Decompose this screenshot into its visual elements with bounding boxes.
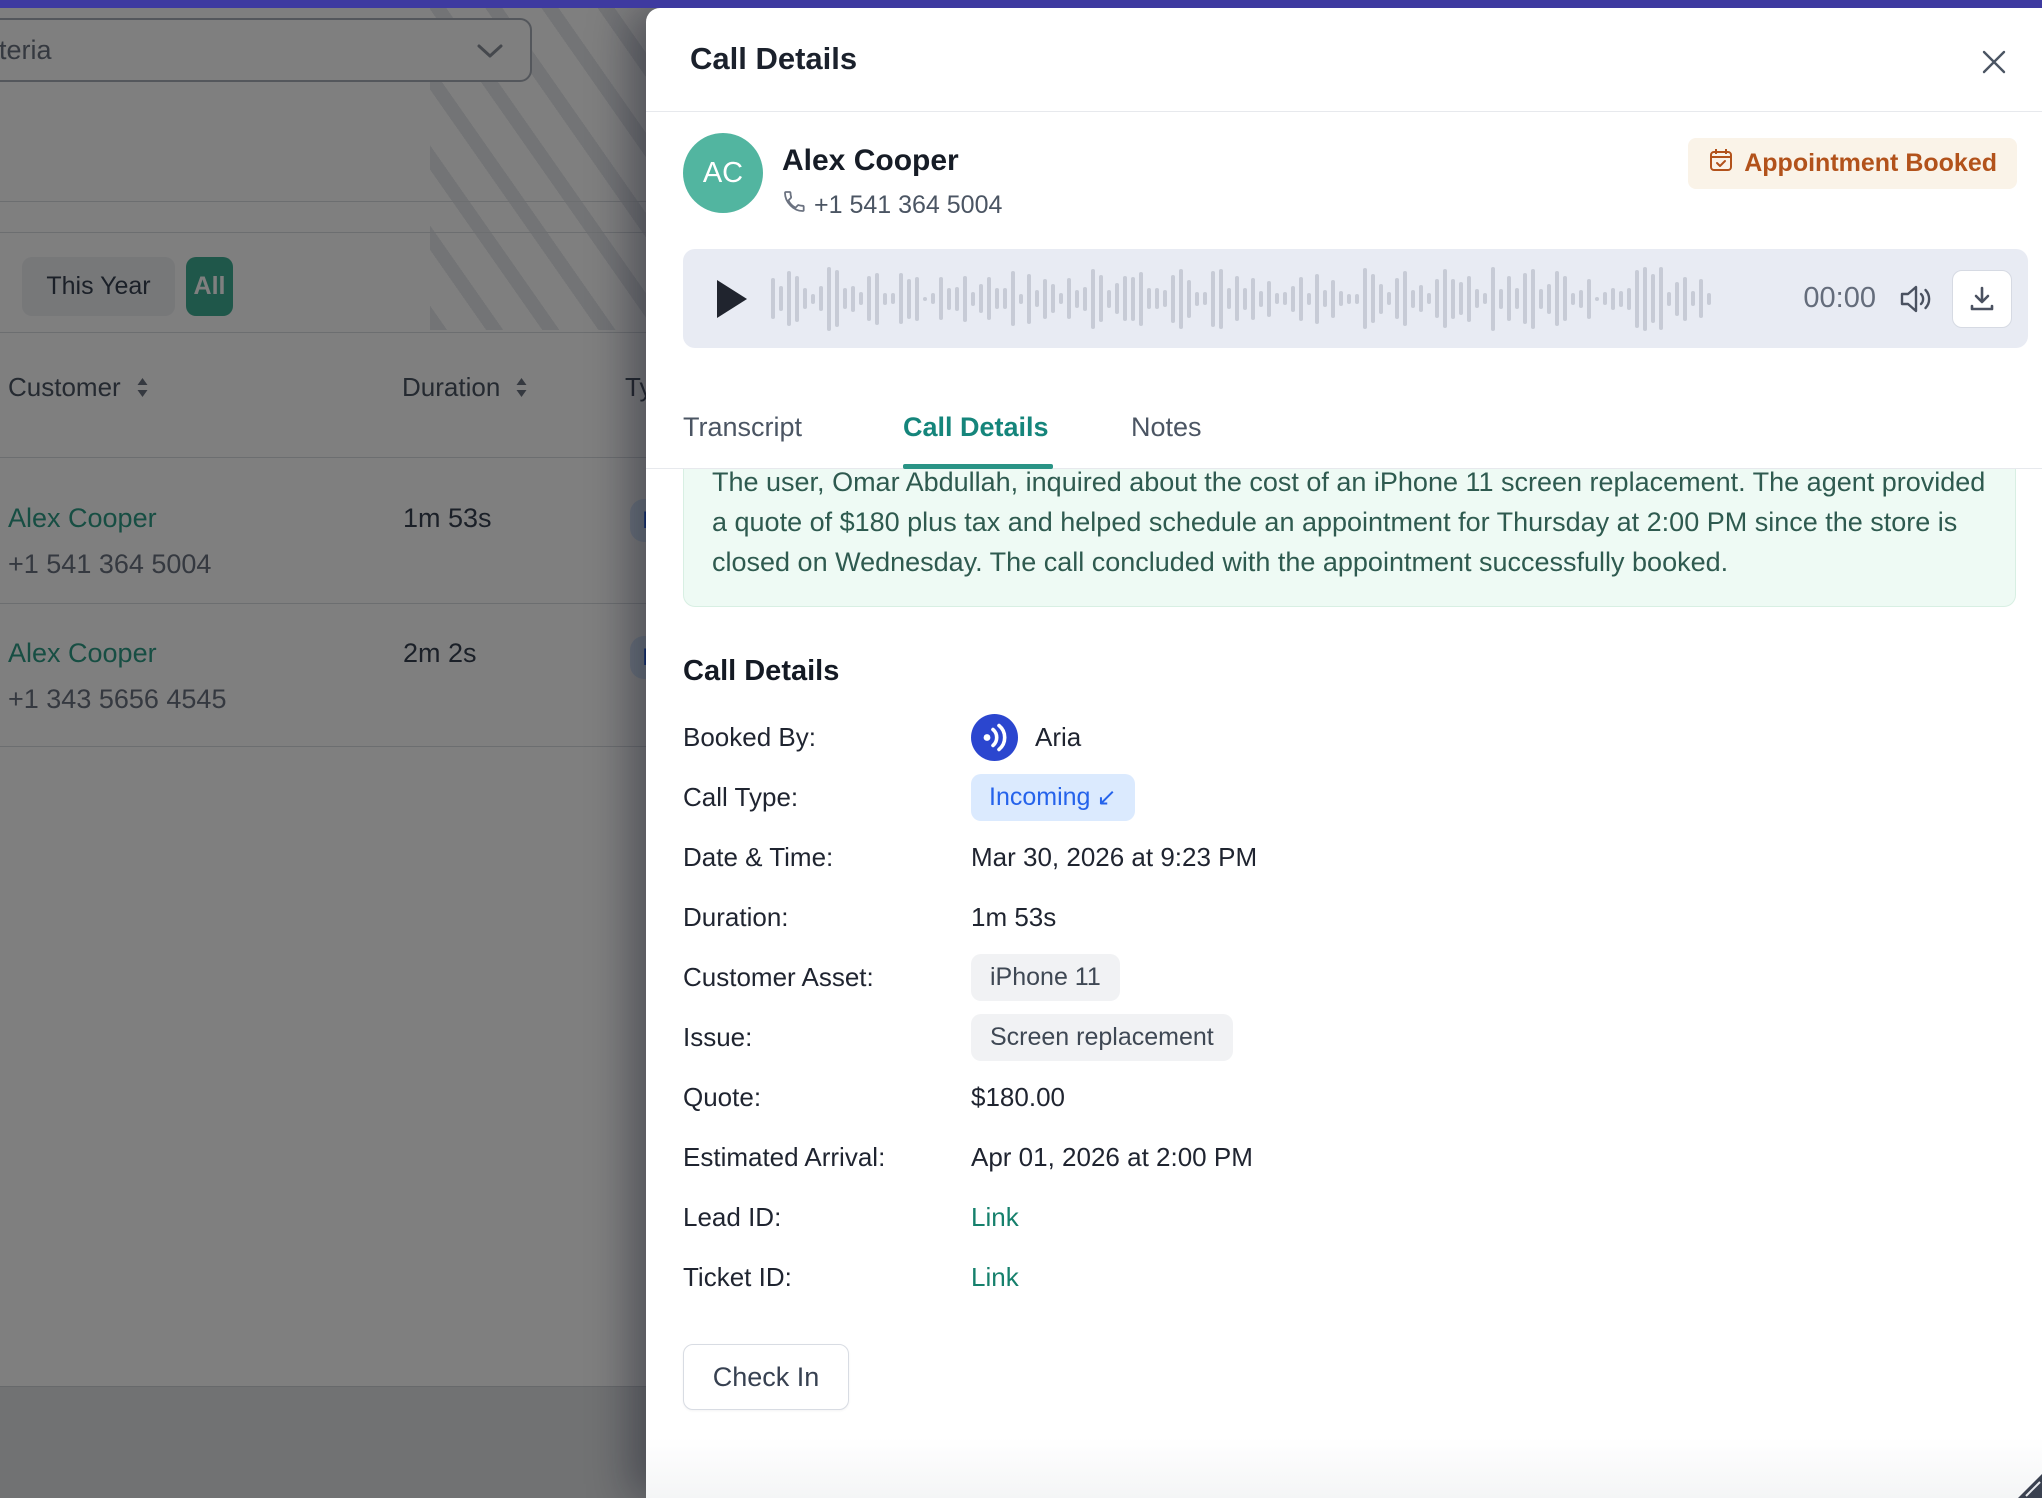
detail-row-quote: Quote: $180.00 [683, 1074, 2042, 1121]
download-button[interactable] [1952, 270, 2012, 328]
calendar-check-icon [1708, 147, 1734, 180]
detail-row-call-type: Call Type: Incoming↙ [683, 774, 2042, 821]
waveform[interactable] [771, 263, 1785, 335]
detail-label: Issue: [683, 1022, 971, 1053]
detail-label: Quote: [683, 1082, 971, 1113]
modal-title: Call Details [690, 41, 857, 77]
detail-row-lead-id: Lead ID: Link [683, 1194, 2042, 1241]
detail-row-booked-by: Booked By: Aria [683, 714, 2042, 761]
contact-phone: +1 541 364 5004 [782, 190, 1002, 221]
top-accent-bar [0, 0, 2042, 8]
detail-label: Lead ID: [683, 1202, 971, 1233]
tab-transcript[interactable]: Transcript [683, 412, 802, 443]
phone-icon [782, 190, 806, 221]
tab-notes[interactable]: Notes [1131, 412, 1202, 443]
asset-chip: iPhone 11 [971, 954, 1120, 1001]
detail-value: 1m 53s [971, 902, 1056, 933]
play-button[interactable] [717, 280, 747, 318]
close-icon[interactable] [1976, 44, 2012, 80]
issue-chip: Screen replacement [971, 1014, 1233, 1061]
status-badge: Appointment Booked [1688, 138, 2017, 189]
call-details-list: Booked By: Aria Call Type: Incoming↙ Dat… [683, 714, 2042, 1301]
detail-row-ticket-id: Ticket ID: Link [683, 1254, 2042, 1301]
contact-name: Alex Cooper [782, 144, 959, 178]
resize-handle-icon[interactable] [2016, 1472, 2042, 1498]
call-summary: The user, Omar Abdullah, inquired about … [683, 469, 2016, 607]
contact-phone-number: +1 541 364 5004 [814, 191, 1002, 220]
detail-value: Aria [1035, 722, 1081, 753]
section-title: Call Details [683, 655, 2042, 688]
volume-icon[interactable] [1898, 282, 1936, 316]
detail-value: $180.00 [971, 1082, 1065, 1113]
lead-id-link[interactable]: Link [971, 1202, 1019, 1233]
arrow-down-left-icon: ↙ [1096, 784, 1116, 811]
call-details-modal: Call Details AC Alex Cooper +1 541 364 5… [646, 8, 2042, 1498]
detail-label: Estimated Arrival: [683, 1142, 971, 1173]
tab-call-details[interactable]: Call Details [903, 412, 1049, 443]
detail-label: Ticket ID: [683, 1262, 971, 1293]
detail-row-date-time: Date & Time: Mar 30, 2026 at 9:23 PM [683, 834, 2042, 881]
detail-row-estimated-arrival: Estimated Arrival: Apr 01, 2026 at 2:00 … [683, 1134, 2042, 1181]
incoming-call-badge: Incoming↙ [971, 774, 1135, 821]
detail-row-issue: Issue: Screen replacement [683, 1014, 2042, 1061]
detail-row-customer-asset: Customer Asset: iPhone 11 [683, 954, 2042, 1001]
modal-header: Call Details [646, 8, 2042, 112]
check-in-button[interactable]: Check In [683, 1344, 849, 1410]
detail-label: Booked By: [683, 722, 971, 753]
detail-label: Customer Asset: [683, 962, 971, 993]
active-tab-underline [903, 464, 1053, 469]
ticket-id-link[interactable]: Link [971, 1262, 1019, 1293]
detail-label: Call Type: [683, 782, 971, 813]
avatar: AC [683, 133, 763, 213]
aria-agent-icon [971, 714, 1018, 761]
detail-value: Apr 01, 2026 at 2:00 PM [971, 1142, 1253, 1173]
detail-label: Date & Time: [683, 842, 971, 873]
detail-label: Duration: [683, 902, 971, 933]
detail-row-duration: Duration: 1m 53s [683, 894, 2042, 941]
tab-content: The user, Omar Abdullah, inquired about … [646, 469, 2042, 1498]
playback-time: 00:00 [1803, 282, 1876, 315]
tab-bar: Transcript Call Details Notes [646, 400, 2042, 469]
screen: riteria This Year All Customer Duration … [0, 0, 2042, 1498]
audio-player: 00:00 [683, 249, 2028, 348]
detail-value: Mar 30, 2026 at 9:23 PM [971, 842, 1257, 873]
